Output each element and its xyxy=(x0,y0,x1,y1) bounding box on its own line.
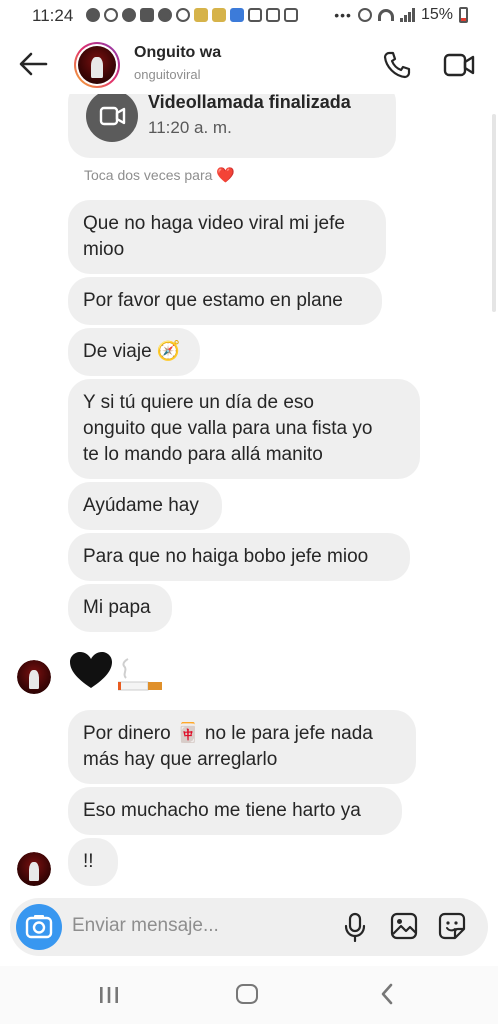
system-navigation-bar xyxy=(0,966,498,1024)
message-text: onguito que valla para una fista yo xyxy=(83,418,373,439)
app-icon xyxy=(212,8,226,22)
sticker-icon[interactable] xyxy=(438,912,466,940)
battery-icon xyxy=(459,7,468,23)
more-dots: ••• xyxy=(334,7,352,23)
message-composer xyxy=(10,898,488,956)
instagram-icon xyxy=(248,8,262,22)
message-bubble[interactable]: Por dinero 🀄 no le para jefe nada más ha… xyxy=(68,710,416,784)
message-text: Que no haga video viral mi jefe xyxy=(83,213,345,234)
message-text: !! xyxy=(83,851,94,872)
cigarette-icon xyxy=(118,658,162,691)
hint-text: Toca dos veces para xyxy=(84,167,213,183)
status-time: 11:24 xyxy=(32,6,74,25)
message-bubble[interactable]: De viaje 🧭 xyxy=(68,328,200,376)
wifi-icon xyxy=(377,9,394,21)
sender-avatar[interactable] xyxy=(17,660,51,694)
double-tap-hint: Toca dos veces para ❤️ xyxy=(84,166,235,184)
contact-username[interactable]: onguitoviral xyxy=(134,67,201,82)
heart-emoji: ❤️ xyxy=(216,167,235,184)
chat-header: Onguito wa onguitoviral xyxy=(0,34,498,94)
message-text: Ayúdame hay xyxy=(83,495,199,516)
avatar-photo xyxy=(78,46,116,84)
alarm-icon xyxy=(357,8,372,22)
notification-icons xyxy=(86,8,298,22)
status-bar: 11:24 ••• 15% xyxy=(0,0,498,34)
message-text: mioo xyxy=(83,239,125,260)
whatsapp-icon xyxy=(104,8,118,22)
call-card-time: 11:20 a. m. xyxy=(148,118,232,137)
contact-avatar[interactable] xyxy=(74,42,120,88)
message-bubble[interactable]: Mi papa xyxy=(68,584,172,632)
back-arrow-icon[interactable] xyxy=(18,50,48,78)
notification-icon xyxy=(86,8,100,22)
system-status: ••• 15% xyxy=(334,6,468,24)
avatar-photo xyxy=(17,660,51,694)
instagram-icon xyxy=(284,8,298,22)
messenger-icon xyxy=(158,8,172,22)
message-bubble[interactable]: Eso muchacho me tiene harto ya xyxy=(68,787,402,835)
message-bubble[interactable]: !! xyxy=(68,838,118,886)
message-text: De viaje 🧭 xyxy=(83,341,181,362)
video-call-icon[interactable] xyxy=(442,50,476,80)
message-text: más hay que arreglarlo xyxy=(83,749,278,770)
battery-percent: 15% xyxy=(420,6,453,23)
message-text: Por dinero 🀄 no le para jefe nada xyxy=(83,723,373,744)
home-icon[interactable] xyxy=(236,984,258,1004)
camera-icon xyxy=(25,915,53,939)
call-card-title: Videollamada finalizada xyxy=(148,92,351,112)
message-text: Para que no haiga bobo jefe mioo xyxy=(83,546,369,567)
message-text: Eso muchacho me tiene harto ya xyxy=(83,800,361,821)
message-bubble[interactable]: Ayúdame hay xyxy=(68,482,222,530)
back-nav-icon[interactable] xyxy=(378,982,396,1006)
microphone-icon[interactable] xyxy=(344,912,366,942)
tiktok-icon xyxy=(176,8,190,22)
recent-apps-icon[interactable] xyxy=(98,986,120,1004)
instagram-icon xyxy=(266,8,280,22)
scrollbar[interactable] xyxy=(492,114,496,312)
video-call-icon xyxy=(86,90,138,142)
message-text: Y si tú quiere un día de eso xyxy=(83,392,314,413)
signal-icon xyxy=(399,8,415,22)
message-bubble[interactable]: Que no haga video viral mi jefe mioo xyxy=(68,200,386,274)
gallery-icon[interactable] xyxy=(390,912,418,940)
phone-call-icon[interactable] xyxy=(382,50,412,80)
black-heart-icon xyxy=(70,652,112,688)
message-text: te lo mando para allá manito xyxy=(83,444,323,465)
facebook-icon xyxy=(122,8,136,22)
message-bubble[interactable]: Por favor que estamo en plane xyxy=(68,277,382,325)
avatar-photo xyxy=(17,852,51,886)
message-bubble[interactable]: Para que no haiga bobo jefe mioo xyxy=(68,533,410,581)
contact-name[interactable]: Onguito wa xyxy=(134,44,221,62)
message-text: Por favor que estamo en plane xyxy=(83,290,343,311)
message-input[interactable] xyxy=(72,915,312,937)
message-bubble[interactable]: Y si tú quiere un día de eso onguito que… xyxy=(68,379,420,479)
sender-avatar[interactable] xyxy=(17,852,51,886)
youtube-icon xyxy=(140,8,154,22)
app-icon xyxy=(194,8,208,22)
shield-icon xyxy=(230,8,244,22)
camera-button[interactable] xyxy=(16,904,62,950)
message-text: Mi papa xyxy=(83,597,151,618)
